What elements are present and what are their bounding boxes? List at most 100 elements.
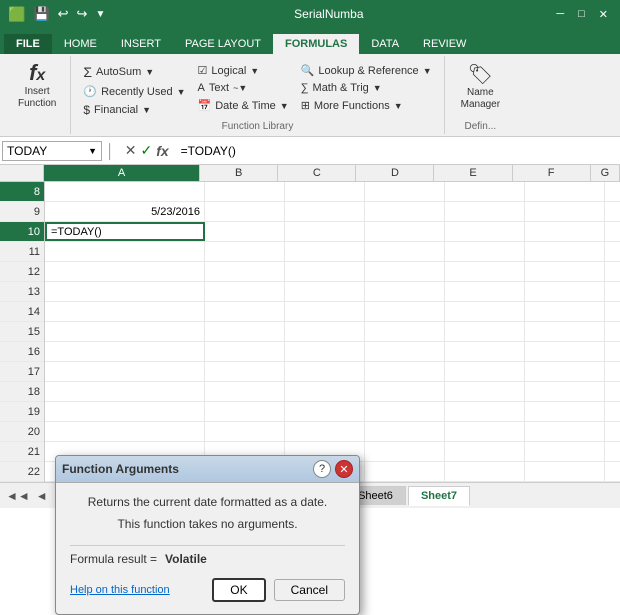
- insert-function-button[interactable]: fx InsertFunction: [12, 58, 62, 112]
- sheet-nav-prev[interactable]: ◄: [34, 489, 50, 503]
- dialog-description: Returns the current date formatted as a …: [70, 495, 345, 509]
- dialog-close-button[interactable]: ✕: [335, 460, 353, 478]
- dialog-titlebar: Function Arguments ? ✕: [56, 456, 359, 483]
- logical-button[interactable]: ☑ Logical ▼: [194, 62, 293, 79]
- formula-input[interactable]: [175, 140, 618, 162]
- ribbon-group-function-library: Σ AutoSum ▼ 🕐 Recently Used ▼ $ Financia…: [71, 56, 444, 134]
- dialog-body: Returns the current date formatted as a …: [56, 483, 359, 614]
- autosum-button[interactable]: Σ AutoSum ▼: [79, 62, 189, 82]
- lookup-arrow: ▼: [423, 66, 432, 76]
- fx-button[interactable]: fx: [156, 143, 168, 159]
- lookup-ref-button[interactable]: 🔍 Lookup & Reference ▼: [297, 62, 436, 79]
- fx-icon: fx: [29, 60, 45, 86]
- save-icon[interactable]: 💾: [33, 6, 49, 22]
- close-button[interactable]: ✕: [595, 8, 612, 21]
- window-title: SerialNumba: [294, 7, 363, 21]
- sheet-nav-first[interactable]: ◄◄: [4, 489, 32, 503]
- excel-icon: 🟩: [8, 6, 25, 23]
- customize-icon[interactable]: ▼: [95, 9, 105, 20]
- financial-button[interactable]: $ Financial ▼: [79, 101, 189, 119]
- ribbon-content: fx InsertFunction Σ AutoSum ▼ 🕐 Recently…: [0, 54, 620, 137]
- cancel-icon[interactable]: ✕: [125, 142, 137, 159]
- formula-result-label: Formula result =: [70, 552, 157, 566]
- title-bar: 🟩 💾 ↩ ↪ ▼ SerialNumba ─ □ ✕: [0, 0, 620, 28]
- math-icon: ∑: [301, 82, 309, 94]
- formula-bar: TODAY ▼ │ ✕ ✓ fx: [0, 137, 620, 165]
- ribbon-tabs: FILE HOME INSERT PAGE LAYOUT FORMULAS DA…: [0, 28, 620, 54]
- autosum-arrow: ▼: [145, 67, 154, 77]
- clock-icon: 🕐: [83, 85, 97, 98]
- text-button[interactable]: A Text ~▼: [194, 80, 293, 96]
- more-functions-label: More Functions: [314, 100, 390, 112]
- tab-insert[interactable]: INSERT: [109, 34, 173, 54]
- dollar-icon: $: [83, 103, 90, 117]
- spreadsheet: A B C D E F G 8 9 10 11 12 13 14 15 16 1…: [0, 165, 620, 482]
- tab-file[interactable]: FILE: [4, 34, 52, 54]
- dialog-subdescription: This function takes no arguments.: [70, 517, 345, 531]
- math-arrow: ▼: [373, 83, 382, 93]
- financial-label: Financial: [94, 104, 138, 116]
- dialog-buttons: OK Cancel: [212, 578, 345, 602]
- autosum-label: AutoSum: [96, 66, 141, 78]
- cancel-button[interactable]: Cancel: [274, 579, 345, 601]
- tab-sheet7[interactable]: Sheet7: [408, 486, 470, 506]
- math-trig-label: Math & Trig: [313, 82, 369, 94]
- formula-result-value: Volatile: [165, 552, 207, 566]
- help-on-function-link[interactable]: Help on this function: [70, 584, 170, 596]
- title-bar-left: 🟩 💾 ↩ ↪ ▼: [8, 6, 105, 23]
- logical-label: Logical: [211, 65, 246, 77]
- name-box-arrow[interactable]: ▼: [88, 146, 97, 156]
- logical-icon: ☑: [198, 64, 208, 77]
- text-icon: A: [198, 82, 205, 94]
- dialog-divider: [70, 545, 345, 546]
- formula-icons: ✕ ✓ fx: [119, 142, 175, 159]
- insert-function-label: InsertFunction: [18, 86, 56, 110]
- tab-data[interactable]: DATA: [359, 34, 411, 54]
- function-library-col3: 🔍 Lookup & Reference ▼ ∑ Math & Trig ▼ ⊞…: [297, 62, 436, 114]
- function-arguments-dialog: Function Arguments ? ✕ Returns the curre…: [55, 455, 360, 615]
- text-label: Text: [209, 82, 229, 94]
- calendar-icon: 📅: [198, 99, 212, 112]
- lookup-icon: 🔍: [301, 64, 315, 77]
- name-manager-label: NameManager: [461, 87, 500, 111]
- tab-review[interactable]: REVIEW: [411, 34, 478, 54]
- financial-arrow: ▼: [142, 105, 151, 115]
- cell-reference: TODAY: [7, 144, 47, 158]
- function-library-group-label: Function Library: [222, 119, 294, 132]
- function-library-section: Σ AutoSum ▼ 🕐 Recently Used ▼ $ Financia…: [79, 58, 435, 119]
- dialog-title: Function Arguments: [62, 462, 179, 476]
- undo-icon[interactable]: ↩: [58, 6, 69, 22]
- tag-icon: 🏷: [468, 62, 493, 87]
- confirm-icon[interactable]: ✓: [140, 142, 152, 159]
- tab-page-layout[interactable]: PAGE LAYOUT: [173, 34, 273, 54]
- date-time-button[interactable]: 📅 Date & Time ▼: [194, 97, 293, 114]
- tab-home[interactable]: HOME: [52, 34, 109, 54]
- dialog-help-button[interactable]: ?: [313, 460, 331, 478]
- recently-used-button[interactable]: 🕐 Recently Used ▼: [79, 83, 189, 100]
- dialog-controls: ? ✕: [313, 460, 353, 478]
- logical-arrow: ▼: [250, 66, 259, 76]
- redo-icon[interactable]: ↪: [77, 6, 88, 22]
- tab-formulas[interactable]: FORMULAS: [273, 34, 359, 54]
- recently-used-label: Recently Used: [101, 86, 173, 98]
- dialog-result-row: Formula result = Volatile: [70, 552, 345, 566]
- ribbon-group-insert-function: fx InsertFunction: [4, 56, 71, 134]
- more-icon: ⊞: [301, 99, 310, 112]
- math-trig-button[interactable]: ∑ Math & Trig ▼: [297, 80, 436, 96]
- quick-access: 💾 ↩ ↪ ▼: [33, 6, 105, 22]
- defined-names-label: Defin...: [465, 119, 497, 132]
- name-manager-button[interactable]: 🏷 NameManager: [453, 58, 508, 115]
- dialog-footer: Help on this function OK Cancel: [70, 578, 345, 602]
- sigma-icon: Σ: [83, 64, 92, 80]
- name-box[interactable]: TODAY ▼: [2, 141, 102, 161]
- window-controls: ─ □ ✕: [552, 8, 612, 21]
- separator-icon: │: [102, 143, 119, 159]
- date-time-arrow: ▼: [280, 101, 289, 111]
- ok-button[interactable]: OK: [212, 578, 265, 602]
- dialog-overlay: Function Arguments ? ✕ Returns the curre…: [0, 165, 620, 482]
- function-library-col2: ☑ Logical ▼ A Text ~▼ 📅 Date & Time ▼: [194, 62, 293, 114]
- text-arrow: ~▼: [233, 83, 247, 93]
- maximize-button[interactable]: □: [574, 8, 589, 20]
- more-functions-button[interactable]: ⊞ More Functions ▼: [297, 97, 436, 114]
- minimize-button[interactable]: ─: [552, 8, 568, 20]
